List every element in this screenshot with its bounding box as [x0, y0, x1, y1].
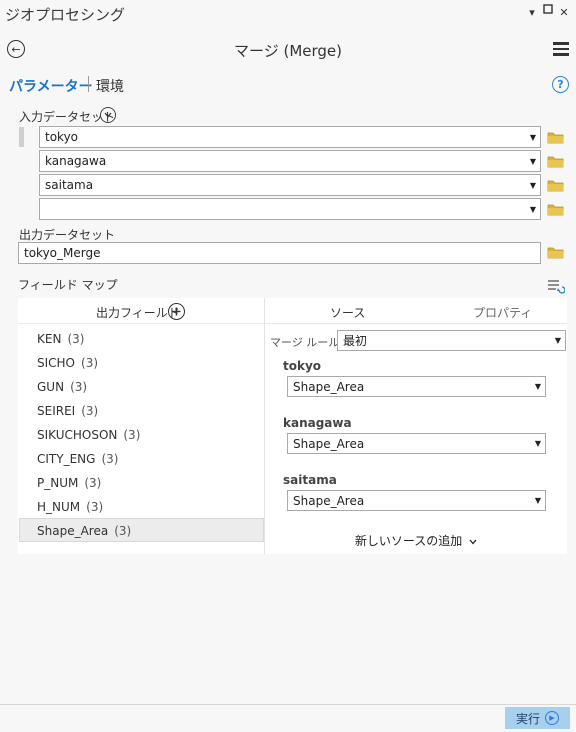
restore-icon[interactable] — [541, 4, 555, 17]
input-dataset-field[interactable]: ▼ — [39, 198, 541, 220]
field-name: Shape_Area — [37, 524, 109, 538]
source-field-select[interactable]: Shape_Area ▼ — [287, 433, 546, 454]
output-fields-header-underline — [18, 323, 264, 324]
output-field-item[interactable]: SIKUCHOSON (3) — [37, 428, 140, 442]
run-label: 実行 — [515, 711, 540, 726]
folder-icon[interactable] — [547, 131, 565, 144]
field-count: (3) — [84, 476, 102, 490]
tab-divider — [88, 76, 89, 92]
field-name: SICHO — [37, 356, 76, 370]
input-dataset-value: saitama — [45, 178, 94, 192]
dropdown-arrow-icon[interactable]: ▼ — [526, 133, 540, 142]
output-field-item-selected[interactable]: Shape_Area (3) — [37, 524, 131, 538]
drag-handle[interactable] — [19, 127, 24, 147]
source-field-value: Shape_Area — [293, 493, 365, 508]
back-button[interactable]: ← — [7, 40, 25, 58]
dropdown-arrow-icon[interactable]: ▼ — [551, 336, 565, 345]
field-count: (3) — [86, 500, 104, 514]
source-field-select[interactable]: Shape_Area ▼ — [287, 376, 546, 397]
output-field-item[interactable]: CITY_ENG (3) — [37, 452, 118, 466]
field-map-divider — [264, 298, 265, 554]
field-count: (3) — [123, 428, 141, 442]
folder-icon[interactable] — [547, 203, 565, 216]
merge-rule-label: マージ ルール — [270, 336, 340, 349]
field-count: (3) — [81, 404, 99, 418]
output-field-item[interactable]: KEN (3) — [37, 332, 84, 346]
field-count: (3) — [67, 332, 85, 346]
dropdown-arrow-icon[interactable]: ▼ — [526, 181, 540, 190]
back-arrow-icon: ← — [11, 42, 21, 56]
source-name: tokyo — [283, 359, 322, 373]
input-dataset-field[interactable]: tokyo ▼ — [39, 126, 541, 148]
tab-source[interactable]: ソース — [330, 304, 365, 321]
merge-rule-select[interactable]: 最初 ▼ — [337, 330, 566, 351]
input-dataset-value: kanagawa — [45, 154, 107, 168]
field-map-options-icon[interactable] — [547, 278, 565, 294]
output-field-item[interactable]: H_NUM (3) — [37, 500, 103, 514]
output-field-item[interactable]: SEIREI (3) — [37, 404, 98, 418]
footer-divider — [0, 704, 576, 705]
output-field-item[interactable]: GUN (3) — [37, 380, 87, 394]
menu-icon[interactable] — [553, 42, 569, 56]
field-name: CITY_ENG — [37, 452, 96, 466]
help-icon[interactable]: ? — [552, 76, 569, 93]
field-name: SEIREI — [37, 404, 76, 418]
source-tab-underline — [265, 323, 567, 324]
field-name: KEN — [37, 332, 62, 346]
field-count: (3) — [70, 380, 88, 394]
source-name: saitama — [283, 473, 337, 487]
chevron-down-icon — [469, 539, 477, 545]
source-field-value: Shape_Area — [293, 436, 365, 451]
dropdown-arrow-icon[interactable]: ▼ — [526, 205, 540, 214]
field-name: SIKUCHOSON — [37, 428, 118, 442]
add-new-source-label: 新しいソースの追加 — [354, 534, 463, 548]
dropdown-arrow-icon[interactable]: ▼ — [531, 439, 545, 448]
close-icon[interactable]: ✕ — [557, 6, 571, 19]
input-dataset-value: tokyo — [45, 130, 79, 144]
field-name: P_NUM — [37, 476, 79, 490]
field-count: (3) — [114, 524, 132, 538]
add-field-button[interactable] — [168, 303, 185, 320]
tool-title: マージ (Merge) — [234, 42, 342, 60]
field-count: (3) — [101, 452, 119, 466]
dropdown-arrow-icon[interactable]: ▼ — [531, 496, 545, 505]
run-button[interactable]: 実行 ▶ — [505, 707, 570, 729]
input-dataset-field[interactable]: kanagawa ▼ — [39, 150, 541, 172]
dropdown-arrow-icon[interactable]: ▼ — [531, 382, 545, 391]
field-map-label: フィールド マップ — [18, 278, 118, 292]
play-icon: ▶ — [545, 711, 559, 725]
output-dataset-value: tokyo_Merge — [24, 246, 101, 260]
tab-environments[interactable]: 環境 — [96, 76, 124, 96]
tab-parameters[interactable]: パラメーター — [9, 76, 93, 96]
source-field-value: Shape_Area — [293, 379, 365, 394]
tab-properties[interactable]: プロパティ — [473, 304, 532, 321]
folder-icon[interactable] — [547, 155, 565, 168]
field-name: GUN — [37, 380, 65, 394]
source-field-select[interactable]: Shape_Area ▼ — [287, 490, 546, 511]
output-field-item[interactable]: P_NUM (3) — [37, 476, 101, 490]
output-dataset-input[interactable]: tokyo_Merge — [18, 242, 541, 264]
window-title: ジオプロセシング — [5, 6, 126, 24]
merge-rule-value: 最初 — [343, 334, 368, 348]
field-count: (3) — [81, 356, 99, 370]
add-new-source-button[interactable]: 新しいソースの追加 — [265, 532, 567, 549]
input-dataset-field[interactable]: saitama ▼ — [39, 174, 541, 196]
dropdown-arrow-icon[interactable]: ▼ — [526, 157, 540, 166]
field-name: H_NUM — [37, 500, 81, 514]
output-field-item[interactable]: SICHO (3) — [37, 356, 98, 370]
chevron-down-icon[interactable] — [100, 107, 116, 123]
output-dataset-label: 出力データセット — [19, 228, 116, 242]
folder-icon[interactable] — [547, 246, 565, 259]
window-titlebar: ジオプロセシング ▾ ✕ — [0, 0, 576, 28]
pin-dropdown-icon[interactable]: ▾ — [525, 6, 539, 19]
folder-icon[interactable] — [547, 179, 565, 192]
source-name: kanagawa — [283, 416, 352, 430]
